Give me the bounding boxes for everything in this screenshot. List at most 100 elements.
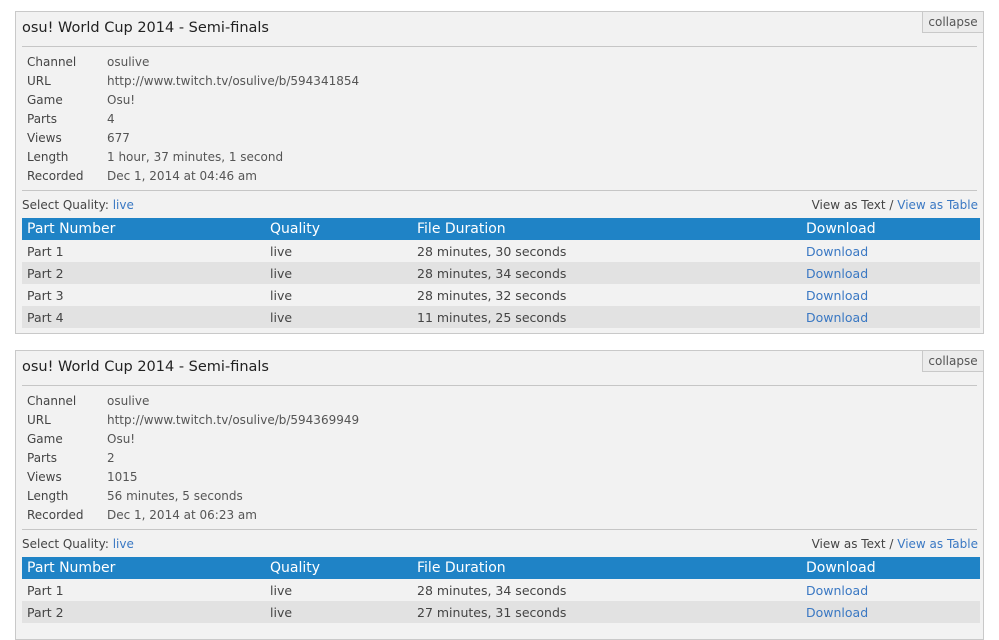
- meta-row-recorded: Recorded Dec 1, 2014 at 06:23 am: [27, 506, 359, 525]
- column-header-part-number: Part Number: [22, 218, 265, 240]
- meta-value: osulive: [107, 55, 150, 69]
- meta-key: Game: [27, 93, 63, 107]
- quality-cell: live: [265, 284, 412, 306]
- column-header-download: Download: [801, 557, 980, 579]
- meta-row-parts: Parts 4: [27, 110, 359, 129]
- view-mode-switch: View as Text / View as Table: [812, 197, 978, 213]
- download-cell: Download: [801, 284, 980, 306]
- duration-cell: 11 minutes, 25 seconds: [412, 306, 801, 328]
- duration-cell: 28 minutes, 34 seconds: [412, 262, 801, 284]
- quality-cell: live: [265, 240, 412, 262]
- part-cell: Part 1: [22, 579, 265, 601]
- meta-key: URL: [27, 413, 51, 427]
- divider: [22, 46, 977, 47]
- meta-key: Recorded: [27, 169, 84, 183]
- download-link[interactable]: Download: [806, 288, 868, 303]
- meta-value: 2: [107, 451, 115, 465]
- meta-key: Parts: [27, 112, 57, 126]
- download-link[interactable]: Download: [806, 266, 868, 281]
- collapse-button[interactable]: collapse: [922, 11, 984, 33]
- meta-row-channel: Channel osulive: [27, 392, 359, 411]
- part-cell: Part 2: [22, 601, 265, 623]
- meta-key: Recorded: [27, 508, 84, 522]
- table-row: Part 4 live 11 minutes, 25 seconds Downl…: [22, 306, 980, 328]
- download-link[interactable]: Download: [806, 244, 868, 259]
- quality-bar: Select Quality: live View as Text / View…: [22, 536, 978, 552]
- table-row: Part 1 live 28 minutes, 30 seconds Downl…: [22, 240, 980, 262]
- column-header-download: Download: [801, 218, 980, 240]
- meta-key: Game: [27, 432, 63, 446]
- column-header-file-duration: File Duration: [412, 557, 801, 579]
- panel-title: osu! World Cup 2014 - Semi-finals: [22, 359, 269, 375]
- meta-row-channel: Channel osulive: [27, 53, 359, 72]
- download-link[interactable]: Download: [806, 583, 868, 598]
- meta-row-views: Views 677: [27, 129, 359, 148]
- meta-value: http://www.twitch.tv/osulive/b/594341854: [107, 74, 360, 88]
- column-header-part-number: Part Number: [22, 557, 265, 579]
- meta-row-game: Game Osu!: [27, 91, 359, 110]
- quality-cell: live: [265, 579, 412, 601]
- meta-row-views: Views 1015: [27, 468, 359, 487]
- meta-value: Osu!: [107, 93, 136, 107]
- table-row: Part 1 live 28 minutes, 34 seconds Downl…: [22, 579, 980, 601]
- meta-value: http://www.twitch.tv/osulive/b/594369949: [107, 413, 360, 427]
- download-cell: Download: [801, 579, 980, 601]
- view-separator: /: [889, 198, 894, 212]
- part-cell: Part 1: [22, 240, 265, 262]
- meta-key: URL: [27, 74, 51, 88]
- meta-value: 677: [107, 131, 130, 145]
- meta-value: Osu!: [107, 432, 136, 446]
- column-header-quality: Quality: [265, 557, 412, 579]
- meta-row-url: URL http://www.twitch.tv/osulive/b/594369…: [27, 411, 359, 430]
- meta-key: Length: [27, 489, 69, 503]
- duration-cell: 27 minutes, 31 seconds: [412, 601, 801, 623]
- table-header: Part Number Quality File Duration Downlo…: [22, 218, 980, 240]
- metadata-list: Channel osulive URL http://www.twitch.tv/o…: [27, 53, 359, 186]
- duration-cell: 28 minutes, 30 seconds: [412, 240, 801, 262]
- quality-option-live[interactable]: live: [113, 198, 134, 212]
- meta-key: Parts: [27, 451, 57, 465]
- view-mode-switch: View as Text / View as Table: [812, 536, 978, 552]
- parts-table: Part Number Quality File Duration Downlo…: [22, 557, 980, 623]
- view-as-text: View as Text: [811, 537, 886, 551]
- table-row: Part 2 live 28 minutes, 34 seconds Downl…: [22, 262, 980, 284]
- meta-value: osulive: [107, 394, 150, 408]
- meta-value: 1015: [107, 470, 138, 484]
- part-cell: Part 2: [22, 262, 265, 284]
- quality-option-live[interactable]: live: [113, 537, 134, 551]
- meta-value: Dec 1, 2014 at 06:23 am: [107, 508, 257, 522]
- meta-key: Channel: [27, 394, 77, 408]
- download-link[interactable]: Download: [806, 310, 868, 325]
- view-as-table-link[interactable]: View as Table: [897, 198, 978, 212]
- view-separator: /: [889, 537, 894, 551]
- column-header-file-duration: File Duration: [412, 218, 801, 240]
- quality-cell: live: [265, 601, 412, 623]
- meta-value: Dec 1, 2014 at 04:46 am: [107, 169, 257, 183]
- meta-key: Channel: [27, 55, 77, 69]
- duration-cell: 28 minutes, 32 seconds: [412, 284, 801, 306]
- metadata-list: Channel osulive URL http://www.twitch.tv/o…: [27, 392, 359, 525]
- meta-row-length: Length 56 minutes, 5 seconds: [27, 487, 359, 506]
- select-quality-label: Select Quality:: [22, 537, 109, 551]
- meta-row-length: Length 1 hour, 37 minutes, 1 second: [27, 148, 359, 167]
- meta-row-game: Game Osu!: [27, 430, 359, 449]
- meta-value: 1 hour, 37 minutes, 1 second: [107, 150, 284, 164]
- video-panel: collapse osu! World Cup 2014 - Semi-fina…: [15, 350, 984, 640]
- meta-row-url: URL http://www.twitch.tv/osulive/b/594341…: [27, 72, 359, 91]
- meta-key: Views: [27, 131, 62, 145]
- divider: [22, 385, 977, 386]
- view-as-text: View as Text: [811, 198, 886, 212]
- table-row: Part 2 live 27 minutes, 31 seconds Downl…: [22, 601, 980, 623]
- quality-bar: Select Quality: live View as Text / View…: [22, 197, 978, 213]
- parts-table: Part Number Quality File Duration Downlo…: [22, 218, 980, 328]
- collapse-button[interactable]: collapse: [922, 350, 984, 372]
- view-as-table-link[interactable]: View as Table: [897, 537, 978, 551]
- download-cell: Download: [801, 262, 980, 284]
- select-quality-label: Select Quality:: [22, 198, 109, 212]
- column-header-quality: Quality: [265, 218, 412, 240]
- duration-cell: 28 minutes, 34 seconds: [412, 579, 801, 601]
- table-row: Part 3 live 28 minutes, 32 seconds Downl…: [22, 284, 980, 306]
- download-cell: Download: [801, 601, 980, 623]
- download-link[interactable]: Download: [806, 605, 868, 620]
- divider: [22, 190, 977, 191]
